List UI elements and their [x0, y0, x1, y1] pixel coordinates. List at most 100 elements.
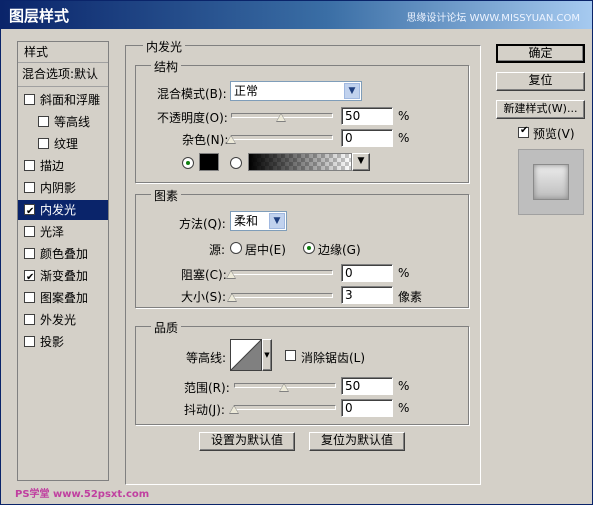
gradient-swatch[interactable] — [248, 153, 352, 171]
glow-color-swatch[interactable] — [199, 153, 219, 171]
chevron-down-icon: ▼ — [264, 351, 270, 359]
jitter-slider-thumb[interactable] — [229, 405, 239, 414]
opacity-unit: % — [398, 109, 410, 123]
choke-input[interactable]: 0 — [341, 264, 393, 282]
noise-unit: % — [398, 131, 410, 145]
checkbox[interactable] — [24, 160, 35, 171]
watermark-text: 思缘设计论坛 WWW.MISSYUAN.COM — [406, 13, 580, 24]
footer-watermark: PS学堂 www.52psxt.com — [15, 489, 150, 500]
checkbox[interactable] — [24, 226, 35, 237]
range-input[interactable]: 50 — [341, 377, 393, 395]
sidebar-item-color-overlay[interactable]: 颜色叠加 — [18, 244, 108, 264]
choke-slider[interactable] — [231, 270, 333, 275]
antialias-label: 消除锯齿(L) — [301, 351, 366, 365]
sidebar-item-satin[interactable]: 光泽 — [18, 222, 108, 242]
reset-button[interactable]: 复位 — [496, 72, 585, 91]
styles-list: 样式 混合选项:默认 斜面和浮雕 等高线 纹理 描边 内阴影 ✔ 内发光 光泽 … — [17, 41, 109, 481]
range-label: 范围(R): — [184, 381, 230, 395]
checkbox[interactable] — [24, 182, 35, 193]
checkbox-checked[interactable]: ✔ — [24, 204, 35, 217]
preview-sample — [533, 164, 569, 200]
checkbox[interactable] — [38, 138, 49, 149]
opacity-slider-thumb[interactable] — [276, 113, 286, 122]
noise-slider-thumb[interactable] — [226, 135, 236, 144]
choke-label: 阻塞(C): — [181, 268, 227, 282]
sidebar-item-stroke[interactable]: 描边 — [18, 156, 108, 176]
checkbox[interactable] — [24, 248, 35, 259]
size-label: 大小(S): — [181, 290, 227, 304]
chevron-down-icon: ▼ — [269, 213, 285, 229]
make-default-button[interactable]: 设置为默认值 — [199, 432, 295, 451]
method-label: 方法(Q): — [179, 217, 226, 231]
checkbox[interactable] — [24, 94, 35, 105]
checkbox-checked[interactable]: ✔ — [24, 270, 35, 283]
divider — [18, 62, 108, 63]
sidebar-item-bevel[interactable]: 斜面和浮雕 — [18, 90, 108, 110]
choke-slider-thumb[interactable] — [226, 270, 236, 279]
source-center-label: 居中(E) — [245, 243, 286, 257]
jitter-unit: % — [398, 401, 410, 415]
sidebar-item-texture[interactable]: 纹理 — [18, 134, 108, 154]
elements-title: 图素 — [151, 187, 182, 204]
jitter-label: 抖动(J): — [184, 403, 225, 417]
checkbox[interactable] — [24, 336, 35, 347]
checkbox[interactable] — [24, 292, 35, 303]
style-preview — [518, 149, 584, 215]
divider — [18, 86, 108, 87]
noise-input[interactable]: 0 — [341, 129, 393, 147]
size-unit: 像素 — [398, 290, 423, 304]
contour-curve-icon — [230, 339, 262, 371]
reset-default-button[interactable]: 复位为默认值 — [309, 432, 405, 451]
new-style-button[interactable]: 新建样式(W)... — [496, 100, 585, 119]
chevron-down-icon: ▼ — [357, 156, 365, 166]
gradient-dropdown-button[interactable]: ▼ — [352, 153, 370, 171]
blend-options-item[interactable]: 混合选项:默认 — [18, 64, 108, 84]
source-edge-label: 边缘(G) — [318, 243, 361, 257]
sidebar-item-contour[interactable]: 等高线 — [18, 112, 108, 132]
sidebar-item-drop-shadow[interactable]: 投影 — [18, 332, 108, 352]
antialias-checkbox[interactable] — [285, 350, 296, 361]
styles-header[interactable]: 样式 — [18, 42, 108, 62]
opacity-input[interactable]: 50 — [341, 107, 393, 125]
ok-button[interactable]: 确定 — [496, 44, 585, 63]
title-bar: 图层样式 思缘设计论坛 WWW.MISSYUAN.COM — [1, 1, 592, 29]
sidebar-item-pattern-overlay[interactable]: 图案叠加 — [18, 288, 108, 308]
jitter-input[interactable]: 0 — [341, 399, 393, 417]
preview-label: 预览(V) — [533, 127, 575, 141]
gradient-radio[interactable] — [230, 157, 242, 169]
contour-dropdown-button[interactable]: ▼ — [262, 339, 272, 371]
blend-mode-select[interactable]: 正常 ▼ — [230, 81, 362, 101]
structure-title: 结构 — [151, 58, 182, 75]
size-slider[interactable] — [231, 293, 333, 298]
noise-label: 杂色(N): — [182, 133, 229, 147]
method-select[interactable]: 柔和 ▼ — [230, 211, 287, 231]
noise-slider[interactable] — [231, 135, 333, 140]
size-input[interactable]: 3 — [341, 286, 393, 304]
layer-style-dialog: 图层样式 思缘设计论坛 WWW.MISSYUAN.COM 样式 混合选项:默认 … — [0, 0, 593, 505]
sidebar-item-outer-glow[interactable]: 外发光 — [18, 310, 108, 330]
source-center-radio[interactable] — [230, 242, 242, 254]
check-mark-icon: ✔ — [26, 272, 35, 283]
range-slider-thumb[interactable] — [279, 383, 289, 392]
color-radio[interactable] — [182, 157, 194, 169]
contour-preview[interactable] — [230, 339, 262, 371]
opacity-label: 不透明度(O): — [157, 111, 228, 125]
panel-title: 内发光 — [143, 38, 186, 55]
choke-unit: % — [398, 266, 410, 280]
checkbox[interactable] — [24, 314, 35, 325]
preview-checkbox[interactable]: ✔ — [518, 125, 529, 138]
quality-title: 品质 — [151, 319, 182, 336]
jitter-slider[interactable] — [234, 405, 336, 410]
source-label: 源: — [209, 243, 226, 257]
checkbox[interactable] — [38, 116, 49, 127]
check-mark-icon: ✔ — [26, 206, 35, 217]
size-slider-thumb[interactable] — [227, 293, 238, 302]
sidebar-item-gradient-overlay[interactable]: ✔ 渐变叠加 — [18, 266, 108, 286]
source-edge-radio[interactable] — [303, 242, 315, 254]
contour-label: 等高线: — [186, 351, 227, 365]
sidebar-item-inner-shadow[interactable]: 内阴影 — [18, 178, 108, 198]
range-unit: % — [398, 379, 410, 393]
check-mark-icon: ✔ — [520, 125, 529, 136]
window-title: 图层样式 — [9, 7, 70, 25]
sidebar-item-inner-glow[interactable]: ✔ 内发光 — [18, 200, 108, 220]
